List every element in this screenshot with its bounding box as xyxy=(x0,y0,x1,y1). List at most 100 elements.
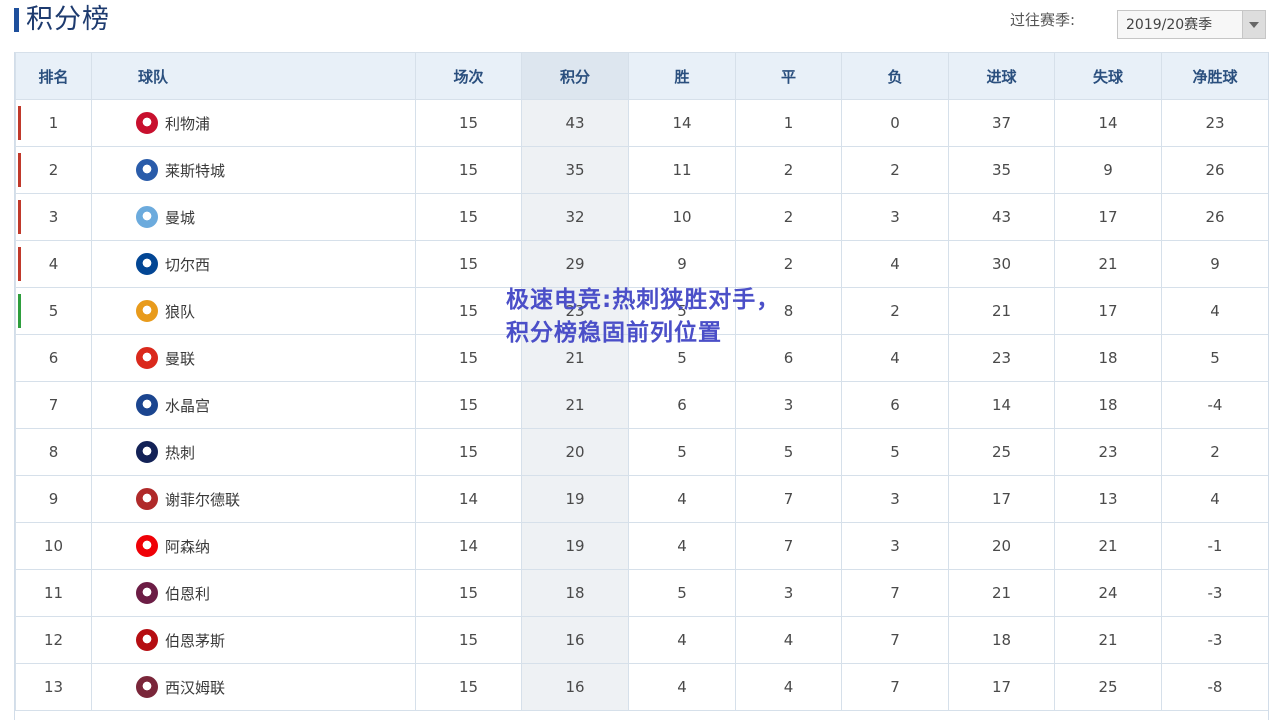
cell-team[interactable]: 曼城 xyxy=(91,193,416,241)
cell-won: 5 xyxy=(628,428,736,476)
team-info[interactable]: 曼联 xyxy=(92,347,415,369)
cell-played: 15 xyxy=(415,616,522,664)
table-row[interactable]: 4 切尔西 15 29 9 2 4 30 21 9 xyxy=(15,240,1268,288)
cell-played: 15 xyxy=(415,99,522,147)
team-name-link[interactable]: 切尔西 xyxy=(165,254,210,275)
cell-goals-for: 17 xyxy=(948,663,1055,711)
team-name-link[interactable]: 曼联 xyxy=(165,348,195,369)
page-title: 积分榜 xyxy=(26,4,110,35)
table-row[interactable]: 12 伯恩茅斯 15 16 4 4 7 18 21 -3 xyxy=(15,616,1268,664)
cell-won: 4 xyxy=(628,475,736,523)
column-header-points[interactable]: 积分 xyxy=(521,52,629,100)
cell-goal-difference: -8 xyxy=(1161,663,1268,711)
team-info[interactable]: 热刺 xyxy=(92,441,415,463)
column-header-goals-for[interactable]: 进球 xyxy=(948,52,1055,100)
cell-drawn: 3 xyxy=(735,381,842,429)
cell-team[interactable]: 切尔西 xyxy=(91,240,416,288)
cell-goals-against: 24 xyxy=(1054,569,1162,617)
team-info[interactable]: 阿森纳 xyxy=(92,535,415,557)
cell-lost: 2 xyxy=(841,287,949,335)
cell-goals-against: 21 xyxy=(1054,240,1162,288)
cell-won: 10 xyxy=(628,193,736,241)
rank-value: 2 xyxy=(48,161,59,179)
cell-goal-difference: -3 xyxy=(1161,616,1268,664)
column-header-goal-difference[interactable]: 净胜球 xyxy=(1161,52,1268,100)
cell-goals-against: 21 xyxy=(1054,522,1162,570)
season-select[interactable]: 2019/20赛季 xyxy=(1117,10,1266,39)
table-row[interactable]: 3 曼城 15 32 10 2 3 43 17 26 xyxy=(15,193,1268,241)
team-info[interactable]: 伯恩利 xyxy=(92,582,415,604)
team-info[interactable]: 谢菲尔德联 xyxy=(92,488,415,510)
team-name-link[interactable]: 阿森纳 xyxy=(165,536,210,557)
mancity-crest-icon xyxy=(136,206,158,228)
cell-team[interactable]: 热刺 xyxy=(91,428,416,476)
cell-points: 20 xyxy=(521,428,629,476)
column-header-lost[interactable]: 负 xyxy=(841,52,949,100)
table-row[interactable]: 8 热刺 15 20 5 5 5 25 23 2 xyxy=(15,428,1268,476)
cell-team[interactable]: 阿森纳 xyxy=(91,522,416,570)
table-row[interactable]: 9 谢菲尔德联 14 19 4 7 3 17 13 4 xyxy=(15,475,1268,523)
cell-team[interactable]: 狼队 xyxy=(91,287,416,335)
cell-goals-for: 21 xyxy=(948,287,1055,335)
sheffieldutd-crest-icon xyxy=(136,488,158,510)
team-info[interactable]: 切尔西 xyxy=(92,253,415,275)
cell-rank: 11 xyxy=(15,569,92,617)
cell-team[interactable]: 利物浦 xyxy=(91,99,416,147)
team-name-link[interactable]: 伯恩利 xyxy=(165,583,210,604)
column-header-team[interactable]: 球队 xyxy=(91,52,416,100)
team-name-link[interactable]: 狼队 xyxy=(165,301,195,322)
table-row[interactable]: 7 水晶宫 15 21 6 3 6 14 18 -4 xyxy=(15,381,1268,429)
rank-value: 5 xyxy=(48,302,59,320)
table-row[interactable]: 11 伯恩利 15 18 5 3 7 21 24 -3 xyxy=(15,569,1268,617)
team-name-link[interactable]: 曼城 xyxy=(165,207,195,228)
cell-rank: 9 xyxy=(15,475,92,523)
column-header-rank[interactable]: 排名 xyxy=(15,52,92,100)
column-header-won[interactable]: 胜 xyxy=(628,52,736,100)
column-header-drawn[interactable]: 平 xyxy=(735,52,842,100)
cell-goal-difference: 4 xyxy=(1161,475,1268,523)
cell-points: 16 xyxy=(521,616,629,664)
manutd-crest-icon xyxy=(136,347,158,369)
cell-team[interactable]: 水晶宫 xyxy=(91,381,416,429)
cell-goals-against: 18 xyxy=(1054,334,1162,382)
team-info[interactable]: 伯恩茅斯 xyxy=(92,629,415,651)
cell-goals-for: 43 xyxy=(948,193,1055,241)
cell-points: 35 xyxy=(521,146,629,194)
table-row[interactable]: 10 阿森纳 14 19 4 7 3 20 21 -1 xyxy=(15,522,1268,570)
cell-team[interactable]: 谢菲尔德联 xyxy=(91,475,416,523)
table-row[interactable]: 13 西汉姆联 15 16 4 4 7 17 25 -8 xyxy=(15,663,1268,711)
cell-goal-difference: -1 xyxy=(1161,522,1268,570)
cell-team[interactable]: 曼联 xyxy=(91,334,416,382)
cell-team[interactable]: 西汉姆联 xyxy=(91,663,416,711)
cell-rank: 13 xyxy=(15,663,92,711)
team-name-link[interactable]: 伯恩茅斯 xyxy=(165,630,225,651)
table-header-row: 排名 球队 场次 积分 胜 平 负 进球 失球 净胜球 xyxy=(15,52,1268,100)
team-name-link[interactable]: 谢菲尔德联 xyxy=(165,489,240,510)
cell-goals-against: 13 xyxy=(1054,475,1162,523)
team-info[interactable]: 曼城 xyxy=(92,206,415,228)
rank-value: 1 xyxy=(48,114,59,132)
team-name-link[interactable]: 莱斯特城 xyxy=(165,160,225,181)
cell-rank: 12 xyxy=(15,616,92,664)
chevron-down-icon[interactable] xyxy=(1242,11,1265,38)
rank-value: 3 xyxy=(48,208,59,226)
column-header-goals-against[interactable]: 失球 xyxy=(1054,52,1162,100)
cell-played: 15 xyxy=(415,381,522,429)
team-info[interactable]: 利物浦 xyxy=(92,112,415,134)
team-name-link[interactable]: 热刺 xyxy=(165,442,195,463)
table-row[interactable]: 1 利物浦 15 43 14 1 0 37 14 23 xyxy=(15,99,1268,147)
team-info[interactable]: 水晶宫 xyxy=(92,394,415,416)
cell-won: 14 xyxy=(628,99,736,147)
team-info[interactable]: 狼队 xyxy=(92,300,415,322)
cell-team[interactable]: 莱斯特城 xyxy=(91,146,416,194)
cell-team[interactable]: 伯恩利 xyxy=(91,569,416,617)
table-row[interactable]: 2 莱斯特城 15 35 11 2 2 35 9 26 xyxy=(15,146,1268,194)
team-name-link[interactable]: 西汉姆联 xyxy=(165,677,225,698)
team-name-link[interactable]: 利物浦 xyxy=(165,113,210,134)
column-header-played[interactable]: 场次 xyxy=(415,52,522,100)
team-info[interactable]: 西汉姆联 xyxy=(92,676,415,698)
team-name-link[interactable]: 水晶宫 xyxy=(165,395,210,416)
cell-goals-for: 37 xyxy=(948,99,1055,147)
team-info[interactable]: 莱斯特城 xyxy=(92,159,415,181)
cell-team[interactable]: 伯恩茅斯 xyxy=(91,616,416,664)
